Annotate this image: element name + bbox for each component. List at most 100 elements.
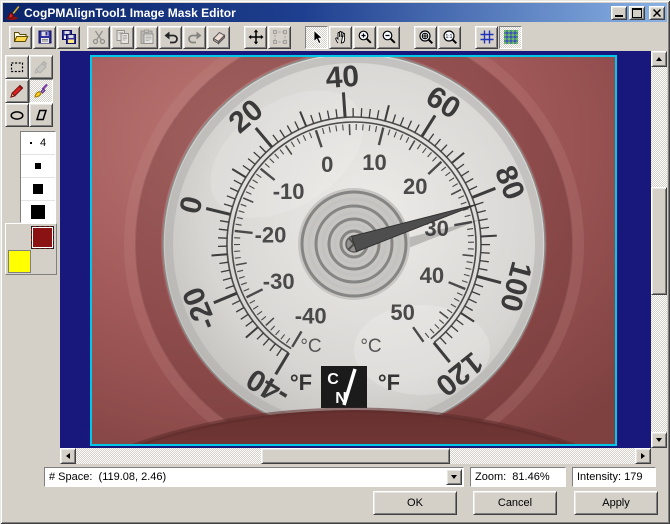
client-area: -40 -20 0 20 40 60 80 100 120 -40 -30 -20 -10 0 10 20 30… [60,51,651,448]
svg-text:1:1: 1:1 [445,34,452,40]
grid-button[interactable] [475,25,498,49]
minimize-button[interactable] [611,5,627,20]
svg-text:°C: °C [360,336,381,357]
app-brush-icon [5,5,21,21]
maximize-button[interactable] [629,5,645,20]
save-floppy-icon [38,30,51,44]
svg-text:50: 50 [390,300,414,325]
redo-button[interactable] [183,25,206,49]
move-button[interactable] [244,25,267,49]
svg-text:°C: °C [300,336,321,357]
zoom-indicator: Zoom: 81.46% [470,467,566,487]
space-combobox[interactable]: # Space: (119.08, 2.46) [44,467,464,487]
scroll-left-button[interactable] [60,448,76,464]
eraser-button[interactable] [207,25,230,49]
brush-icon [34,83,48,98]
grid-dense-icon [503,30,518,44]
vertical-scroll-thumb[interactable] [651,187,667,295]
scroll-up-button[interactable] [651,51,667,67]
polygon-tool[interactable] [29,103,53,127]
close-button[interactable] [649,5,665,20]
zoom-in-icon [358,30,372,44]
svg-text:0: 0 [321,152,333,177]
cancel-button[interactable]: Cancel [473,491,557,515]
zoom-in-button[interactable] [353,25,376,49]
space-value: # Space: (119.08, 2.46) [49,471,167,483]
grid-dense-button[interactable] [499,25,522,49]
zoom-out-button[interactable] [377,25,400,49]
pencil-tool[interactable] [5,79,29,103]
mask-color-swatch[interactable] [31,226,54,249]
brush-size-1[interactable]: 4 [21,132,55,155]
open-button[interactable] [9,25,32,49]
scroll-down-icon [656,438,662,442]
brush-tool[interactable] [29,79,53,103]
ok-button[interactable]: OK [373,491,457,515]
paste-button[interactable] [135,25,158,49]
eraser-icon [212,31,225,45]
scroll-right-button[interactable] [635,448,651,464]
svg-text:-10: -10 [273,179,305,204]
cut-button[interactable] [87,25,110,49]
svg-text:20: 20 [403,174,427,199]
scroll-up-icon [656,57,662,61]
svg-text:C: C [327,371,339,388]
scroll-down-button[interactable] [651,432,667,448]
svg-text:°F: °F [290,370,312,395]
brush-size-2[interactable] [21,155,55,178]
transform-button[interactable] [268,25,291,49]
undo-arrow-icon [164,31,178,44]
apply-button[interactable]: Apply [574,491,658,515]
open-folder-icon [13,32,28,42]
image-canvas[interactable]: -40 -20 0 20 40 60 80 100 120 -40 -30 -20 -10 0 10 20 30… [92,57,615,444]
space-dropdown-button[interactable] [446,469,462,485]
marquee-tool[interactable] [5,55,29,79]
grid-icon [480,30,493,44]
scroll-left-icon [66,453,70,459]
brush-size-4[interactable] [21,201,55,223]
zoom-out-icon [382,30,396,44]
hand-icon [334,31,345,44]
vertical-scrollbar [651,51,667,448]
intensity-value: Intensity: 179 [577,471,643,483]
brush-size-4-dot [31,205,45,219]
zoom-fit-button[interactable] [414,25,437,49]
zoom-actual-button[interactable]: 1:1 [438,25,461,49]
mask-tool-grid [5,55,55,127]
zoom-one-to-one-icon: 1:1 [442,30,457,45]
horizontal-scrollbar [60,448,651,464]
save-button[interactable] [33,25,56,49]
copy-button[interactable] [111,25,134,49]
horizontal-scroll-thumb[interactable] [261,448,450,464]
color-swatch-panel [5,223,57,275]
brush-size-3[interactable] [21,178,55,201]
scissors-icon [92,30,105,45]
brush-size-panel: 4 [20,131,56,223]
sidebar: 4 [3,51,60,448]
save-all-icon [61,30,76,44]
secondary-color-swatch[interactable] [8,250,31,273]
svg-text:-30: -30 [263,269,295,294]
undo-button[interactable] [159,25,182,49]
pointer-tool-button[interactable] [305,25,328,49]
ellipse-tool[interactable] [5,103,29,127]
svg-text:40: 40 [420,263,444,288]
brush-size-1-dot [29,142,32,144]
brush-size-3-dot [33,184,43,194]
fill-stamp-icon [34,60,48,74]
pan-tool-button[interactable] [329,25,352,49]
ellipse-icon [10,111,24,120]
image-mask-editor-window: CogPMAlignTool1 Image Mask Editor 1:1 4 … [0,0,670,524]
svg-text:10: 10 [362,150,386,175]
marquee-icon [10,62,24,73]
toolbar: 1:1 [3,23,667,51]
transform-box-icon [272,30,287,44]
title-bar[interactable]: CogPMAlignTool1 Image Mask Editor [3,3,667,22]
save-all-button[interactable] [57,25,80,49]
scroll-right-icon [641,453,645,459]
intensity-indicator: Intensity: 179 [572,467,656,487]
fill-tool[interactable] [29,55,53,79]
move-cross-icon [248,29,263,45]
zoom-value: Zoom: 81.46% [475,471,550,483]
dropdown-arrow-icon [451,475,457,479]
